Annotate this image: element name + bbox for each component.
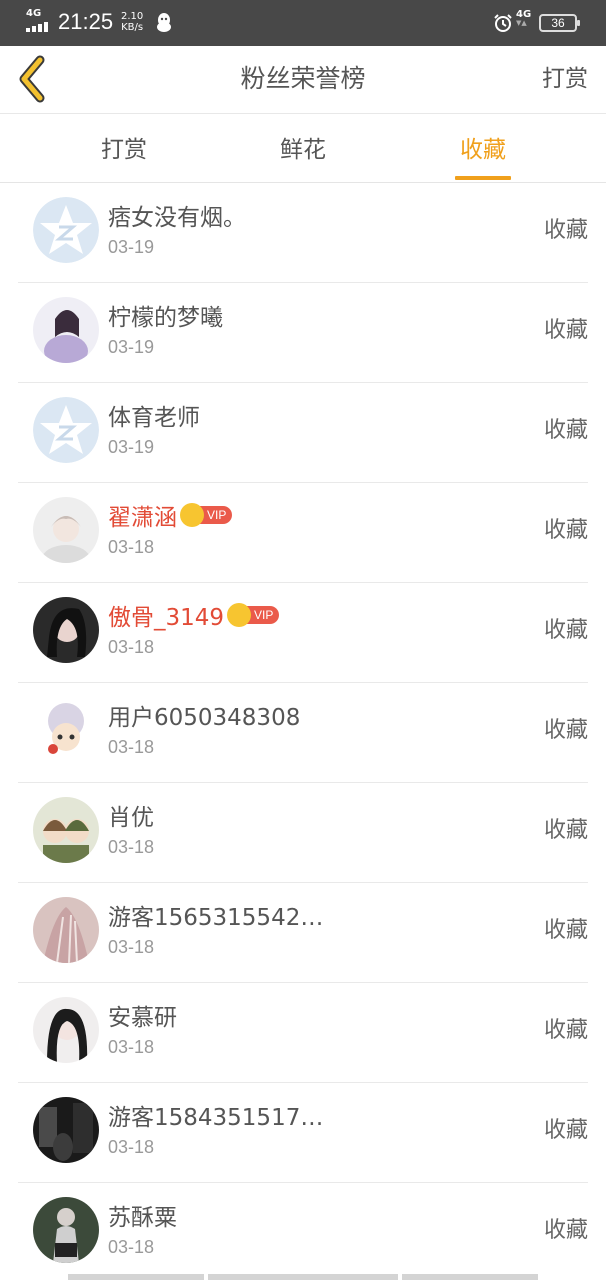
list-item[interactable]: 翟潇涵 VIP 03-18 收藏 <box>18 483 588 583</box>
action-label: 收藏 <box>543 918 588 943</box>
tab-bar: 打赏 鲜花 收藏 <box>0 115 606 183</box>
network-type-2: 4G ▼▲ <box>516 9 532 27</box>
list-item[interactable]: 苏酥粟 03-18 收藏 <box>18 1183 588 1280</box>
date-label: 03-19 <box>108 237 155 257</box>
list-item[interactable]: 傲骨_3149 VIP 03-18 收藏 <box>18 583 588 683</box>
vip-badge: VIP <box>227 603 280 627</box>
user-avatar <box>33 497 99 563</box>
date-label: 03-18 <box>108 937 155 957</box>
user-name: 用户6050348308 <box>108 705 301 731</box>
user-name: 苏酥粟 <box>108 1205 177 1231</box>
list-item[interactable]: 柠檬的梦曦 03-19 收藏 <box>18 283 588 383</box>
qq-icon <box>156 12 172 34</box>
action-label: 收藏 <box>543 518 588 543</box>
user-avatar <box>33 297 99 363</box>
user-name: 傲骨_3149 <box>108 605 225 631</box>
action-label: 收藏 <box>543 318 588 343</box>
action-label: 收藏 <box>543 1218 588 1243</box>
default-star-avatar <box>33 197 99 263</box>
action-label: 收藏 <box>543 218 588 243</box>
scroll-indicator <box>68 1274 204 1280</box>
list-item[interactable]: 体育老师 03-19 收藏 <box>18 383 588 483</box>
user-avatar <box>33 997 99 1063</box>
action-label: 收藏 <box>543 818 588 843</box>
network-type: 4G <box>26 8 42 19</box>
date-label: 03-18 <box>108 837 155 857</box>
action-label: 收藏 <box>543 1118 588 1143</box>
battery-level: 36 <box>551 16 565 30</box>
scroll-indicator <box>402 1274 538 1280</box>
date-label: 03-19 <box>108 437 155 457</box>
reward-button[interactable]: 打赏 <box>542 46 588 112</box>
alarm-icon <box>493 13 513 33</box>
list-item[interactable]: 痞女没有烟。 03-19 收藏 <box>18 183 588 283</box>
list-item[interactable]: 安慕研 03-18 收藏 <box>18 983 588 1083</box>
user-name: 体育老师 <box>108 405 200 431</box>
action-label: 收藏 <box>543 418 588 443</box>
date-label: 03-19 <box>108 337 155 357</box>
user-name: 翟潇涵 <box>108 505 177 531</box>
crown-icon <box>180 503 204 527</box>
title-bar: 粉丝荣誉榜 打赏 <box>0 46 606 114</box>
vip-badge: VIP <box>180 503 233 527</box>
date-label: 03-18 <box>108 537 155 557</box>
user-avatar <box>33 697 99 763</box>
tab-flowers[interactable]: 鲜花 <box>273 115 333 183</box>
status-bar: 4G 21:25 2.10 KB/s 4G ▼▲ 36 <box>0 0 606 46</box>
network-speed: 2.10 KB/s <box>121 11 143 33</box>
crown-icon <box>227 603 252 627</box>
user-name: 安慕研 <box>108 1005 177 1031</box>
user-avatar <box>33 797 99 863</box>
user-name: 肖优 <box>108 805 154 831</box>
list-item[interactable]: 游客1584351517… 03-18 收藏 <box>18 1083 588 1183</box>
user-name: 痞女没有烟。 <box>108 205 246 231</box>
user-avatar <box>33 597 99 663</box>
battery-icon: 36 <box>539 14 580 32</box>
date-label: 03-18 <box>108 637 155 657</box>
user-name: 柠檬的梦曦 <box>108 305 223 331</box>
date-label: 03-18 <box>108 737 155 757</box>
date-label: 03-18 <box>108 1137 155 1157</box>
scroll-indicator <box>208 1274 398 1280</box>
tab-reward[interactable]: 打赏 <box>94 115 154 183</box>
fan-list: 痞女没有烟。 03-19 收藏 柠檬的梦曦 03-19 收藏 体育老师 03-1… <box>0 183 606 1280</box>
action-label: 收藏 <box>543 618 588 643</box>
user-name: 游客1565315542… <box>108 905 324 931</box>
user-name: 游客1584351517… <box>108 1105 324 1131</box>
signal-icon: 4G <box>26 8 52 34</box>
list-item[interactable]: 用户6050348308 03-18 收藏 <box>18 683 588 783</box>
date-label: 03-18 <box>108 1237 155 1257</box>
speed-unit: KB/s <box>121 22 144 33</box>
list-item[interactable]: 游客1565315542… 03-18 收藏 <box>18 883 588 983</box>
status-time: 21:25 <box>58 9 114 34</box>
default-star-avatar <box>33 397 99 463</box>
speed-value: 2.10 <box>121 11 144 22</box>
action-label: 收藏 <box>543 718 588 743</box>
tab-favorites[interactable]: 收藏 <box>455 115 511 183</box>
user-avatar <box>33 1097 99 1163</box>
user-avatar <box>33 1197 99 1263</box>
page-title: 粉丝荣誉榜 <box>240 64 366 93</box>
user-avatar <box>33 897 99 963</box>
list-item[interactable]: 肖优 03-18 收藏 <box>18 783 588 883</box>
date-label: 03-18 <box>108 1037 155 1057</box>
action-label: 收藏 <box>543 1018 588 1043</box>
